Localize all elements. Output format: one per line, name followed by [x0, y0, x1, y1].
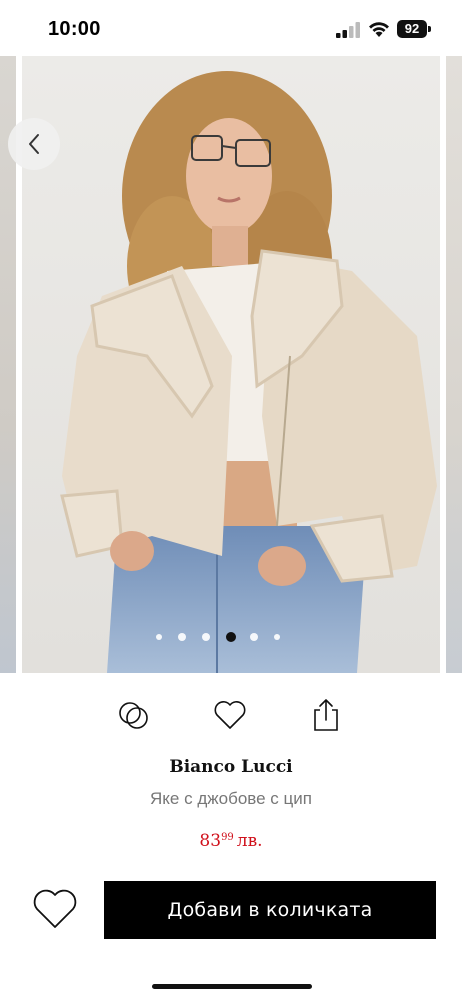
price-decimal: 99 — [221, 832, 234, 843]
status-time: 10:00 — [48, 18, 101, 40]
product-photo[interactable] — [22, 56, 440, 673]
product-price: 8399 лв. — [0, 831, 462, 851]
share-button[interactable] — [308, 697, 344, 733]
price-currency: лв. — [236, 831, 263, 851]
heart-outline-icon — [33, 889, 77, 928]
product-gallery[interactable] — [0, 56, 462, 673]
pagination-dot[interactable] — [274, 634, 280, 640]
pagination-dot[interactable] — [156, 634, 162, 640]
product-page: 10:00 92 Bianco Lucci Яке с джобове с ци… — [0, 0, 462, 999]
pagination-dot[interactable] — [178, 633, 186, 641]
home-indicator[interactable] — [152, 984, 312, 989]
battery-level: 92 — [397, 20, 427, 38]
cellular-signal-icon — [336, 22, 360, 38]
back-button[interactable] — [8, 118, 60, 170]
price-whole: 83 — [199, 831, 222, 851]
wifi-icon — [369, 22, 389, 37]
status-bar: 10:00 92 — [0, 0, 462, 56]
chevron-left-icon — [29, 134, 39, 154]
battery-icon: 92 — [397, 20, 431, 38]
product-brand[interactable]: Bianco Lucci — [0, 757, 462, 777]
add-to-cart-button[interactable]: Добави в количката — [104, 881, 436, 939]
product-name: Яке с джобове с цип — [150, 789, 312, 808]
pagination-dot-active[interactable] — [226, 632, 236, 642]
compare-button[interactable] — [116, 697, 152, 733]
compare-icon — [119, 702, 148, 729]
product-photo-illustration — [22, 56, 440, 673]
next-photo-peek[interactable] — [446, 56, 462, 673]
share-icon — [314, 699, 338, 731]
pagination-dot[interactable] — [250, 633, 258, 641]
pagination-dot[interactable] — [202, 633, 210, 641]
favorite-button[interactable] — [212, 697, 248, 733]
heart-icon — [214, 701, 246, 729]
wishlist-button[interactable] — [32, 886, 78, 932]
gallery-pagination[interactable] — [156, 630, 286, 644]
